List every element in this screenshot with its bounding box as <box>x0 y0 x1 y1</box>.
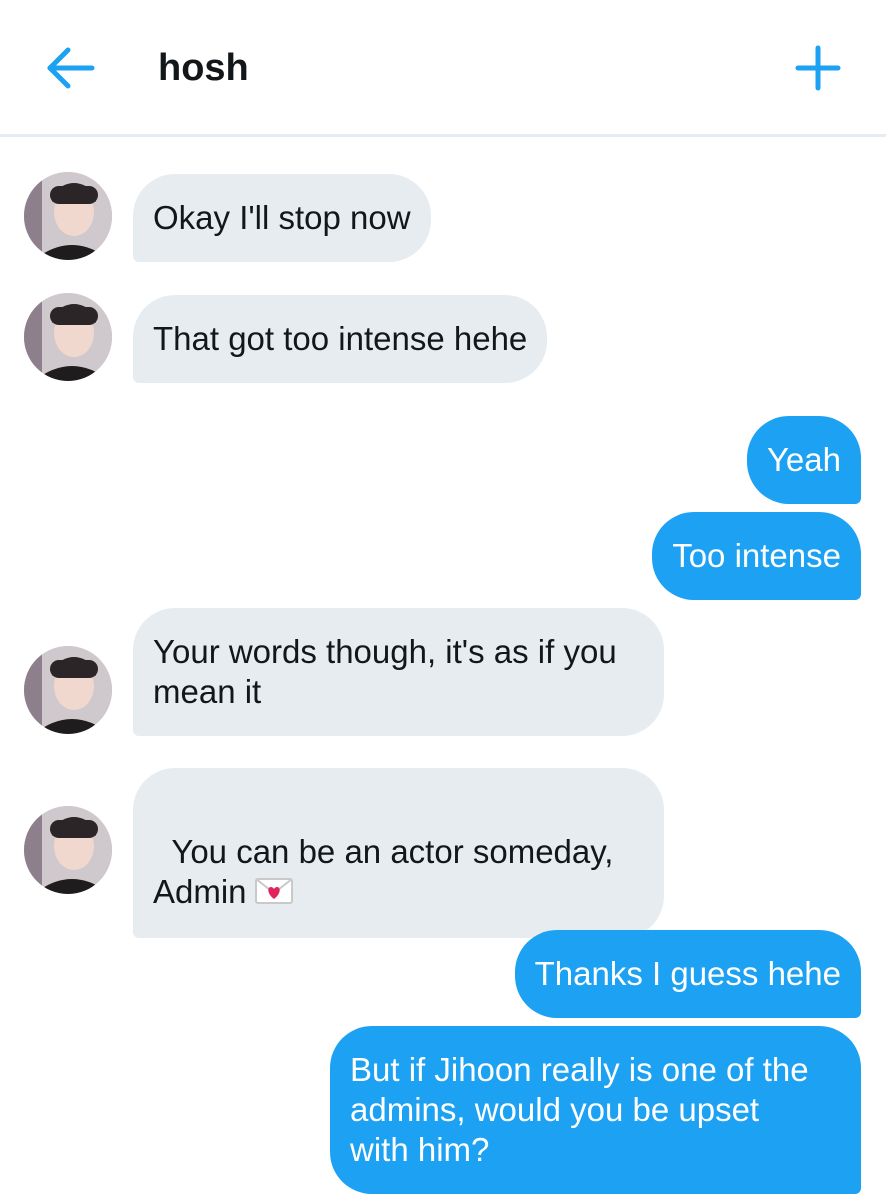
message-bubble-received[interactable]: You can be an actor someday, Admin <box>133 768 664 939</box>
message-bubble-received[interactable]: That got too intense hehe <box>133 295 548 383</box>
add-button[interactable] <box>790 40 846 96</box>
message-bubble-sent[interactable]: Thanks I guess hehe <box>514 930 861 1018</box>
message-bubble-sent[interactable]: But if Jihoon really is one of the admin… <box>330 1026 861 1194</box>
conversation-title: hosh <box>158 47 249 89</box>
avatar[interactable] <box>24 646 112 734</box>
message-bubble-sent[interactable]: Too intense <box>652 512 861 600</box>
profile-photo <box>24 646 112 734</box>
plus-icon <box>795 45 841 91</box>
avatar[interactable] <box>24 172 112 260</box>
message-bubble-received[interactable]: Okay I'll stop now <box>133 174 431 262</box>
avatar[interactable] <box>24 806 112 894</box>
back-button[interactable] <box>40 40 100 96</box>
conversation-header: hosh <box>0 0 886 137</box>
profile-photo <box>24 806 112 894</box>
profile-photo <box>24 293 112 381</box>
arrow-left-icon <box>47 47 95 89</box>
avatar[interactable] <box>24 293 112 381</box>
love-letter-icon <box>254 874 293 914</box>
profile-photo <box>24 172 112 260</box>
message-bubble-sent[interactable]: Yeah <box>746 416 861 504</box>
message-text: You can be an actor someday, Admin <box>153 833 614 910</box>
message-bubble-received[interactable]: Your words though, it's as if you mean i… <box>133 608 664 736</box>
